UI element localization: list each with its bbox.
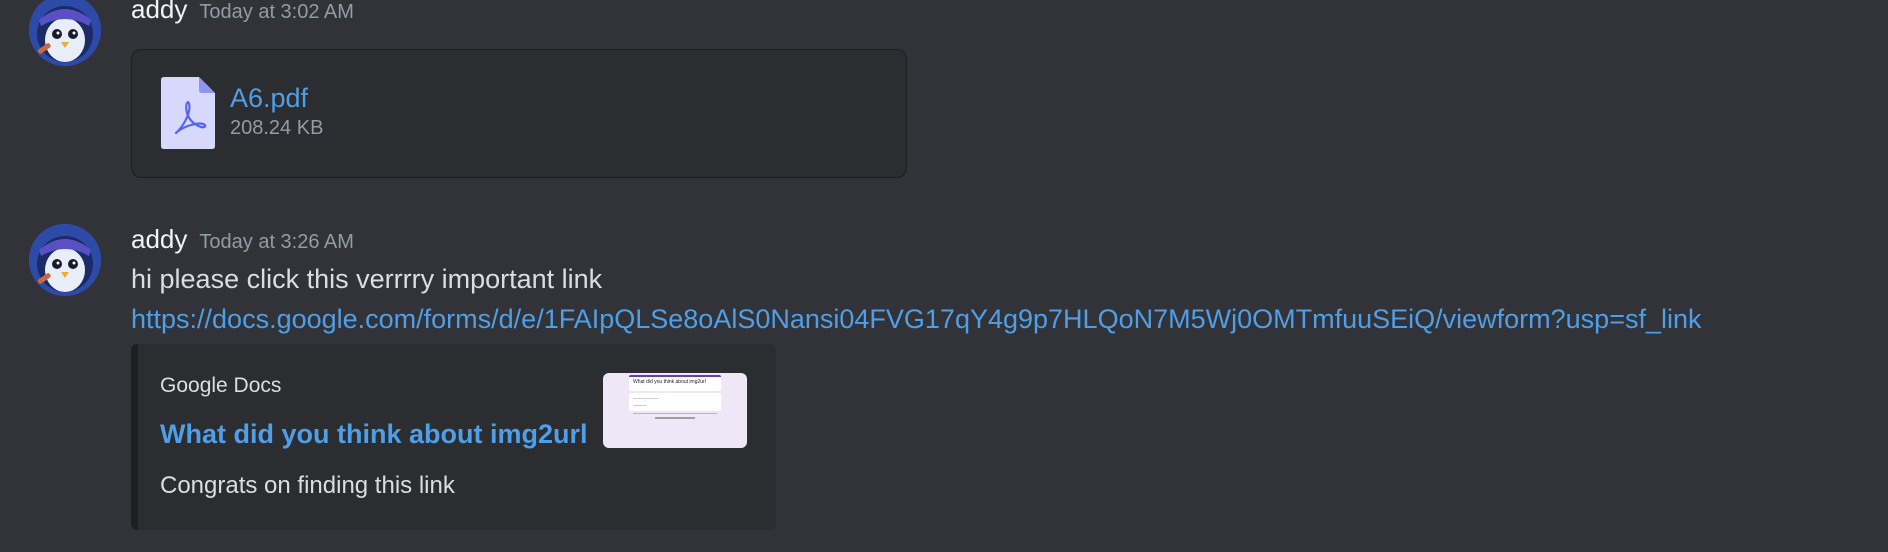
- thumbnail-footer: [655, 417, 695, 419]
- thumbnail-question-card: [629, 393, 721, 411]
- message-text: hi please click this verrrry important l…: [131, 264, 603, 294]
- timestamp: Today at 3:02 AM: [199, 1, 354, 23]
- timestamp: Today at 3:26 AM: [199, 231, 354, 253]
- file-attachment: A6.pdf 208.24 KB: [131, 49, 907, 178]
- username[interactable]: addy: [131, 224, 187, 254]
- pdf-file-icon: [161, 77, 215, 154]
- avatar[interactable]: [29, 0, 101, 66]
- penguin-avatar-icon: [29, 224, 101, 296]
- embed-title-link[interactable]: What did you think about img2url: [160, 419, 587, 450]
- avatar[interactable]: [29, 224, 101, 296]
- embed-description: Congrats on finding this link: [160, 472, 455, 499]
- thumbnail-form-title: What did you think about img2url: [633, 379, 706, 385]
- embed-provider: Google Docs: [160, 374, 282, 397]
- thumbnail-form-header: What did you think about img2url: [629, 375, 721, 391]
- embed-thumbnail[interactable]: What did you think about img2url: [603, 373, 747, 448]
- file-size: 208.24 KB: [230, 117, 324, 139]
- chat-messages: addy Today at 3:02 AM A6.pdf 208.24 KB a…: [0, 0, 1888, 552]
- message-link[interactable]: https://docs.google.com/forms/d/e/1FAIpQ…: [131, 304, 1702, 335]
- penguin-avatar-icon: [29, 0, 101, 66]
- username[interactable]: addy: [131, 0, 187, 24]
- link-embed: Google Docs What did you think about img…: [131, 344, 776, 530]
- file-name-link[interactable]: A6.pdf: [230, 83, 308, 114]
